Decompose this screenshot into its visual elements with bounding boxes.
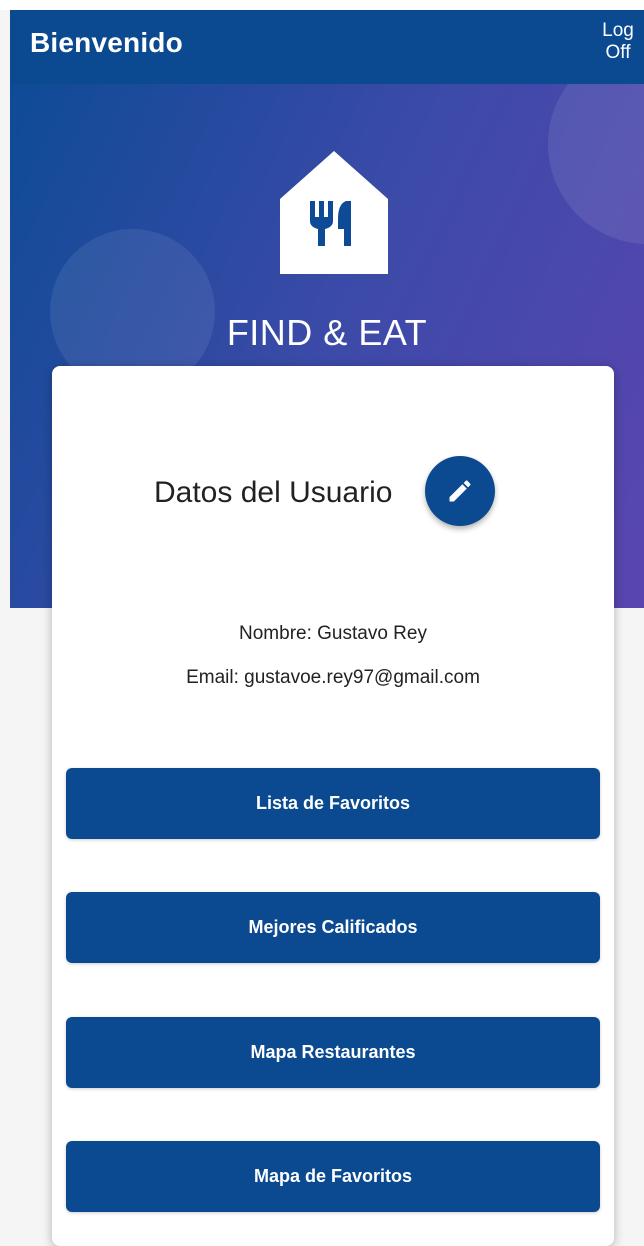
logoff-label-line1: Log bbox=[602, 20, 634, 41]
top-rated-button[interactable]: Mejores Calificados bbox=[66, 892, 600, 963]
edit-profile-button[interactable] bbox=[425, 456, 495, 526]
status-strip bbox=[0, 0, 644, 10]
user-name: Nombre: Gustavo Rey bbox=[239, 623, 427, 644]
app-bar-title: Bienvenido bbox=[30, 27, 183, 58]
logoff-button[interactable]: Log Off bbox=[600, 20, 636, 64]
logoff-label-line2: Off bbox=[605, 42, 631, 63]
card-title: Datos del Usuario bbox=[154, 476, 393, 509]
restaurants-map-button[interactable]: Mapa Restaurantes bbox=[66, 1017, 600, 1088]
favorites-list-button[interactable]: Lista de Favoritos bbox=[66, 768, 600, 839]
app-name: FIND & EAT bbox=[226, 312, 428, 353]
favorites-map-button[interactable]: Mapa de Favoritos bbox=[66, 1141, 600, 1212]
user-email: Email: gustavoe.rey97@gmail.com bbox=[186, 667, 480, 688]
house-cutlery-icon bbox=[280, 151, 388, 274]
app-bar: Bienvenido Log Off bbox=[10, 10, 644, 84]
decorative-circle bbox=[548, 84, 644, 244]
pencil-icon bbox=[449, 480, 471, 502]
user-data-card: Datos del Usuario Nombre: Gustavo Rey Em… bbox=[52, 366, 614, 1246]
